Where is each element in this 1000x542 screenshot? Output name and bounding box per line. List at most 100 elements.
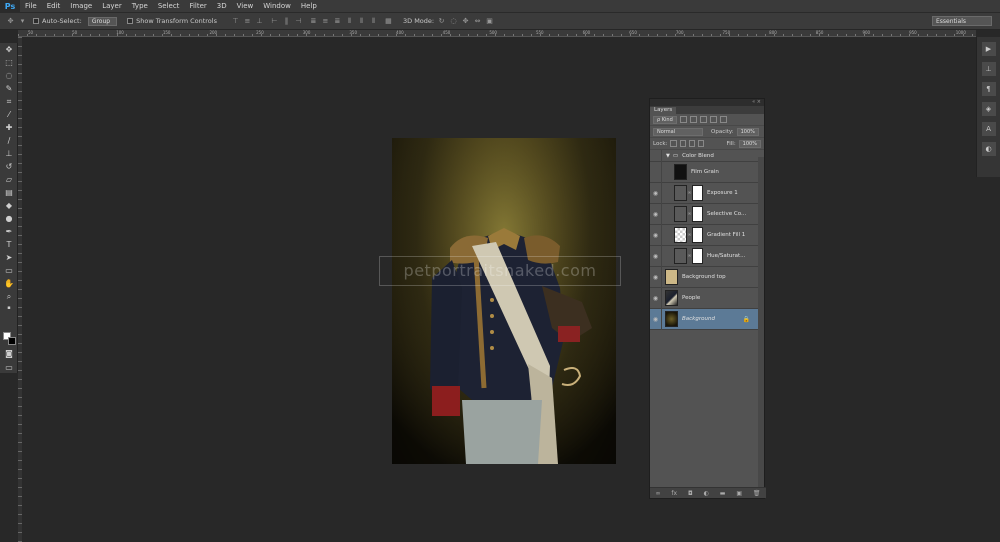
- 3d-rotate-icon[interactable]: ↻: [437, 17, 446, 26]
- type-tool-icon[interactable]: T: [0, 238, 18, 251]
- new-group-icon[interactable]: ▬: [720, 490, 726, 497]
- filter-smart-object-icon[interactable]: [719, 116, 727, 123]
- properties-panel-icon[interactable]: ⊥: [981, 62, 996, 76]
- align-top-icon[interactable]: ⊤: [231, 17, 240, 26]
- tool-preset-chevron-icon[interactable]: ▾: [18, 17, 27, 26]
- eyedropper-tool-icon[interactable]: ⁄: [0, 108, 18, 121]
- quick-mask-icon[interactable]: ◙: [0, 347, 18, 360]
- layers-scrollbar[interactable]: [758, 157, 764, 487]
- menu-layer[interactable]: Layer: [97, 0, 127, 13]
- group-expand-icon[interactable]: ▼: [666, 153, 670, 159]
- menu-file[interactable]: File: [20, 0, 42, 13]
- visibility-toggle[interactable]: ◉: [650, 224, 662, 246]
- layer-row-people[interactable]: ◉ People: [650, 287, 764, 309]
- menu-view[interactable]: View: [232, 0, 259, 13]
- character-panel-icon[interactable]: A: [981, 122, 996, 136]
- layer-row-film-grain[interactable]: Film Grain: [650, 161, 764, 183]
- clone-stamp-tool-icon[interactable]: ⊥: [0, 147, 18, 160]
- align-vcenter-icon[interactable]: ≡: [243, 17, 252, 26]
- filter-type-icon[interactable]: [699, 116, 707, 123]
- hand-tool-icon[interactable]: ✋: [0, 277, 18, 290]
- auto-select-checkbox[interactable]: [33, 18, 39, 24]
- add-mask-icon[interactable]: ◘: [688, 490, 693, 497]
- visibility-toggle[interactable]: ◉: [650, 245, 662, 267]
- layer-row-background[interactable]: ◉ Background 🔒: [650, 308, 764, 330]
- healing-brush-tool-icon[interactable]: ✚: [0, 121, 18, 134]
- paragraph-panel-icon[interactable]: ¶: [981, 82, 996, 96]
- blend-mode-dropdown[interactable]: Normal: [653, 127, 703, 136]
- eraser-tool-icon[interactable]: ▱: [0, 173, 18, 186]
- move-tool-icon[interactable]: ✥: [0, 43, 18, 56]
- 3d-pan-icon[interactable]: ✥: [461, 17, 470, 26]
- align-right-icon[interactable]: ⊣: [294, 17, 303, 26]
- align-hcenter-icon[interactable]: ‖: [282, 17, 291, 26]
- quick-select-tool-icon[interactable]: ✎: [0, 82, 18, 95]
- 3d-scale-icon[interactable]: ▣: [485, 17, 494, 26]
- menu-type[interactable]: Type: [127, 0, 153, 13]
- menu-3d[interactable]: 3D: [212, 0, 232, 13]
- gradient-tool-icon[interactable]: ▤: [0, 186, 18, 199]
- layer-style-icon[interactable]: fx: [671, 490, 677, 497]
- zoom-tool-icon[interactable]: ⌕: [0, 290, 18, 303]
- menu-edit[interactable]: Edit: [42, 0, 66, 13]
- dodge-tool-icon[interactable]: ●: [0, 212, 18, 225]
- background-color-swatch[interactable]: [8, 337, 16, 345]
- distribute-vcenter-icon[interactable]: ≡: [321, 17, 330, 26]
- workspace-dropdown[interactable]: Essentials: [932, 16, 992, 26]
- visibility-toggle[interactable]: [650, 161, 662, 183]
- delete-layer-icon[interactable]: 🗑: [753, 490, 761, 497]
- auto-align-icon[interactable]: ▦: [384, 17, 393, 26]
- 3d-slide-icon[interactable]: ⇔: [473, 17, 482, 26]
- menu-select[interactable]: Select: [153, 0, 185, 13]
- menu-help[interactable]: Help: [296, 0, 322, 13]
- lock-pixels-icon[interactable]: [679, 140, 686, 147]
- auto-select-option[interactable]: Auto-Select:: [33, 17, 82, 25]
- visibility-toggle[interactable]: [650, 149, 662, 162]
- filter-pixel-icon[interactable]: [679, 116, 687, 123]
- visibility-toggle[interactable]: ◉: [650, 203, 662, 225]
- shape-tool-icon[interactable]: ▭: [0, 264, 18, 277]
- menu-window[interactable]: Window: [258, 0, 296, 13]
- distribute-top-icon[interactable]: ≣: [309, 17, 318, 26]
- panel-collapse-icon[interactable]: « ×: [752, 99, 761, 106]
- default-colors-icon[interactable]: ▪: [0, 303, 18, 313]
- layer-row-color-blend[interactable]: ▼ ▭ Color Blend: [650, 149, 764, 162]
- link-layers-icon[interactable]: ∞: [655, 490, 660, 497]
- lock-all-icon[interactable]: [698, 140, 705, 147]
- new-adjustment-layer-icon[interactable]: ◐: [704, 490, 709, 497]
- lock-position-icon[interactable]: [688, 140, 696, 147]
- 3d-panel-icon[interactable]: ◈: [981, 102, 996, 116]
- lasso-tool-icon[interactable]: ◌: [0, 69, 18, 82]
- opacity-field[interactable]: 100%: [736, 127, 759, 136]
- path-select-tool-icon[interactable]: ➤: [0, 251, 18, 264]
- crop-tool-icon[interactable]: ⌗: [0, 95, 18, 108]
- marquee-tool-icon[interactable]: ⬚: [0, 56, 18, 69]
- align-left-icon[interactable]: ⊢: [270, 17, 279, 26]
- visibility-toggle[interactable]: ◉: [650, 182, 662, 204]
- show-transform-checkbox[interactable]: [127, 18, 134, 24]
- visibility-toggle[interactable]: ◉: [650, 287, 662, 309]
- history-brush-tool-icon[interactable]: ↺: [0, 160, 18, 173]
- distribute-right-icon[interactable]: ⦀: [369, 17, 378, 26]
- layer-row-exposure[interactable]: ◉ ∞ Exposure 1: [650, 182, 764, 204]
- layer-row-hue-saturation[interactable]: ◉ ∞ Hue/Saturat...: [650, 245, 764, 267]
- tab-layers[interactable]: Layers: [650, 107, 677, 114]
- align-bottom-icon[interactable]: ⊥: [255, 17, 264, 26]
- filter-adjustment-icon[interactable]: [689, 116, 697, 123]
- document-canvas[interactable]: [392, 138, 616, 464]
- distribute-left-icon[interactable]: ⦀: [345, 17, 354, 26]
- layer-row-gradient-fill[interactable]: ◉ ∞ Gradient Fill 1: [650, 224, 764, 246]
- filter-kind-dropdown[interactable]: ρ Kind: [653, 115, 677, 124]
- adjustments-panel-icon[interactable]: ◐: [981, 142, 996, 156]
- layer-row-background-top[interactable]: ◉ Background top: [650, 266, 764, 288]
- lock-transparent-icon[interactable]: [670, 140, 677, 147]
- screen-mode-icon[interactable]: ▭: [0, 361, 18, 374]
- auto-select-target-dropdown[interactable]: Group: [87, 16, 118, 26]
- brush-tool-icon[interactable]: ∕: [0, 134, 18, 147]
- visibility-toggle[interactable]: ◉: [650, 266, 662, 288]
- 3d-roll-icon[interactable]: ◌: [449, 17, 458, 26]
- show-transform-option[interactable]: Show Transform Controls: [127, 17, 217, 25]
- pen-tool-icon[interactable]: ✒: [0, 225, 18, 238]
- menu-image[interactable]: Image: [65, 0, 97, 13]
- blur-tool-icon[interactable]: ◆: [0, 199, 18, 212]
